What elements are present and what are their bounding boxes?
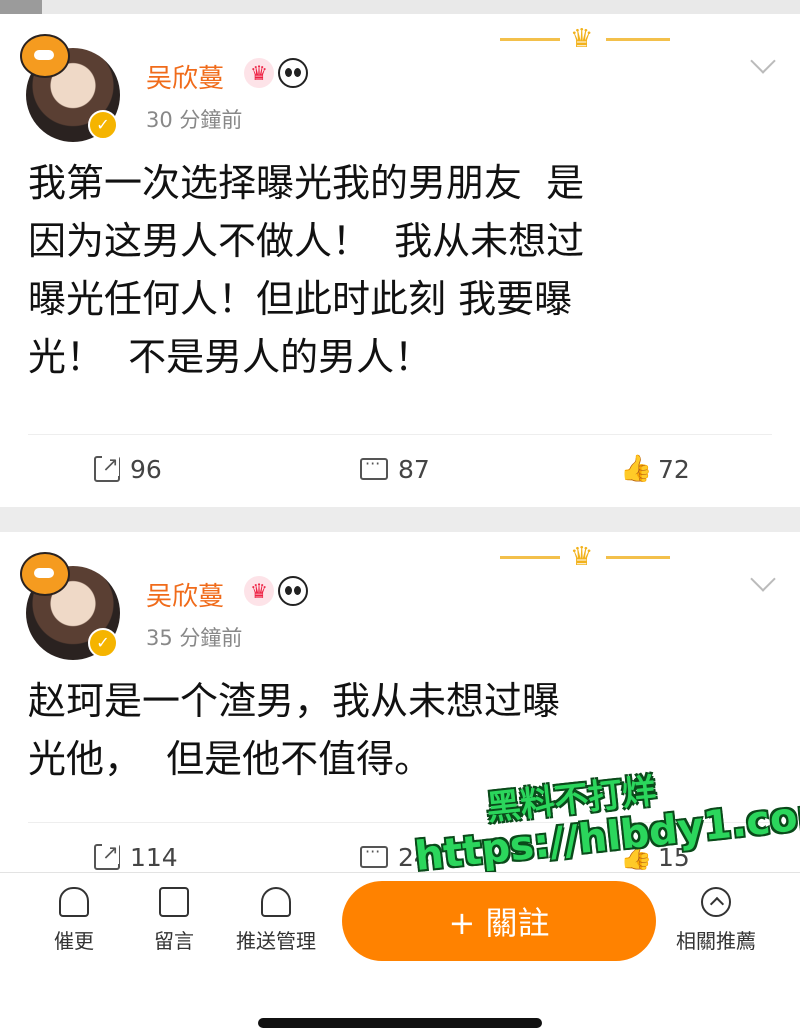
message-icon [159,887,189,917]
tab-label: 留言 [154,929,194,953]
post-time: 30 分鐘前 [146,108,243,132]
verified-icon: ✓ [88,110,118,140]
crown-icon: ♛ [570,24,594,54]
top-strip [0,0,800,30]
comment-count: 87 [398,454,430,484]
comment-icon [360,454,388,480]
tab-related[interactable]: 相關推薦 [664,887,768,954]
bell-icon [59,887,89,917]
tab-push-settings[interactable]: 推送管理 [224,887,328,954]
tab-message[interactable]: 留言 [124,887,224,954]
tab-label: 相關推薦 [676,929,756,953]
author-name[interactable]: 吴欣蔓 [146,576,224,613]
crown-decoration: ♛ [500,542,670,572]
repost-button[interactable]: 96 [94,444,162,494]
thumbs-up-icon: 👍 [620,454,653,484]
repost-icon [94,452,120,482]
post-card: ♛ ✓ 吴欣蔓 ♛ 30 分鐘前 我第一次选择曝光我的男朋友 是 因为这男人不做… [0,14,800,507]
verified-icon: ✓ [88,628,118,658]
chevron-up-icon [701,887,731,917]
repost-icon [94,840,120,870]
panda-badge-icon [278,58,308,88]
post-text: 我第一次选择曝光我的男朋友 是 因为这男人不做人！ 我从未想过 曝光任何人！但此… [28,161,585,379]
comment-button[interactable]: 87 [360,444,430,494]
home-indicator [258,1018,542,1028]
crown-icon: ♛ [570,542,594,572]
crown-decoration: ♛ [500,24,670,54]
follow-button[interactable]: + 關註 [342,881,656,961]
post-time: 35 分鐘前 [146,626,243,650]
chevron-down-icon[interactable] [750,48,776,74]
repost-count: 114 [130,842,178,872]
tab-cuigeng[interactable]: 催更 [24,887,124,954]
tiger-decoration-icon [20,34,70,78]
crown-badge-icon: ♛ [244,58,274,88]
tab-label: 催更 [54,929,94,953]
chevron-down-icon[interactable] [750,566,776,592]
divider [28,434,772,435]
tiger-decoration-icon [20,552,70,596]
repost-count: 96 [130,454,162,484]
tab-label: 推送管理 [236,929,316,953]
author-name[interactable]: 吴欣蔓 [146,58,224,95]
post-actions: 96 87 👍 72 [0,444,800,494]
like-count: 72 [658,454,690,484]
panda-badge-icon [278,576,308,606]
comment-icon [360,842,388,868]
like-button[interactable]: 👍 72 [620,444,690,494]
crown-badge-icon: ♛ [244,576,274,606]
bottom-toolbar: 催更 留言 推送管理 + 關註 相關推薦 [0,872,800,1031]
bell-plus-icon [261,887,291,917]
